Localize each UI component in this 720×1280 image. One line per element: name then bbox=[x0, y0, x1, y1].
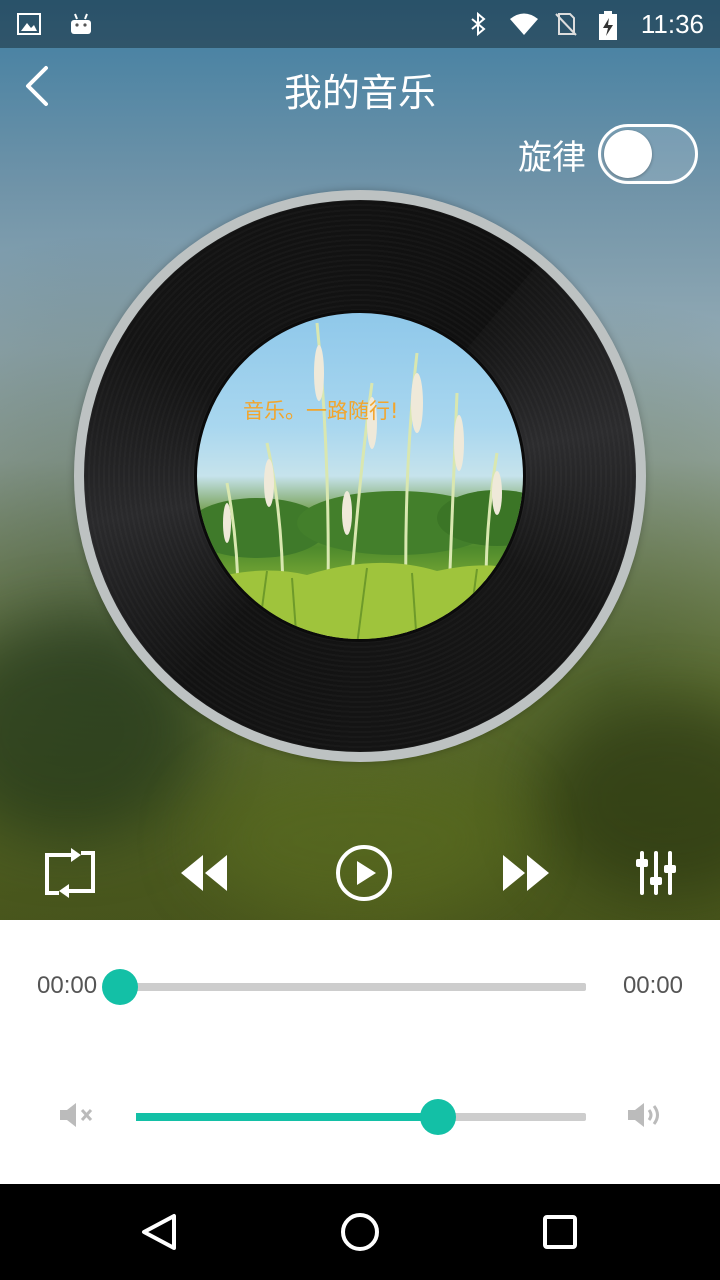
volume-mute-icon bbox=[60, 1103, 93, 1127]
equalizer-icon bbox=[636, 851, 676, 895]
fast-forward-icon bbox=[503, 855, 549, 891]
rotate-label: 旋律 bbox=[518, 137, 586, 178]
battery-charging-icon bbox=[597, 11, 623, 40]
navigation-bar bbox=[0, 1184, 720, 1280]
album-cover: 音乐。一路随行! bbox=[194, 310, 526, 642]
rewind-button[interactable] bbox=[176, 838, 232, 908]
disc-caption: 音乐。一路随行! bbox=[243, 399, 399, 423]
volume-up-icon bbox=[628, 1103, 659, 1127]
android-icon bbox=[68, 11, 94, 37]
playback-controls bbox=[0, 838, 720, 908]
repeat-icon bbox=[45, 848, 95, 898]
rotate-toggle-row: 旋律 bbox=[518, 124, 698, 184]
fast-forward-button[interactable] bbox=[498, 838, 554, 908]
vinyl-disc[interactable]: 音乐。一路随行! bbox=[74, 190, 646, 762]
nav-home-button[interactable] bbox=[336, 1208, 384, 1256]
wifi-icon bbox=[509, 11, 538, 37]
rewind-icon bbox=[181, 855, 227, 891]
toggle-knob bbox=[604, 130, 652, 178]
back-triangle-icon bbox=[142, 1214, 176, 1250]
nav-back-button[interactable] bbox=[136, 1208, 184, 1256]
repeat-button[interactable] bbox=[36, 838, 104, 908]
volume-thumb[interactable] bbox=[419, 1099, 456, 1135]
home-circle-icon bbox=[341, 1213, 379, 1251]
no-sim-icon bbox=[553, 11, 579, 37]
current-time: 00:00 bbox=[37, 972, 98, 999]
nav-recents-button[interactable] bbox=[536, 1208, 584, 1256]
gallery-icon bbox=[16, 11, 42, 37]
status-bar: 11:36 bbox=[0, 0, 720, 48]
play-circle-icon bbox=[336, 845, 392, 901]
player-panel: 00:00 00:00 bbox=[0, 920, 720, 1184]
recents-square-icon bbox=[543, 1215, 577, 1249]
rotate-toggle[interactable] bbox=[598, 124, 698, 184]
progress-slider[interactable] bbox=[120, 983, 586, 991]
progress-thumb[interactable] bbox=[102, 969, 138, 1005]
title-bar: 我的音乐 bbox=[0, 48, 720, 126]
page-title: 我的音乐 bbox=[283, 71, 436, 115]
clock: 11:36 bbox=[640, 8, 704, 39]
vinyl-record: 音乐。一路随行! bbox=[84, 200, 636, 752]
play-button[interactable] bbox=[334, 838, 394, 908]
volume-mute-button[interactable] bbox=[58, 1100, 98, 1134]
volume-slider[interactable] bbox=[136, 1113, 586, 1121]
bluetooth-icon bbox=[465, 11, 491, 37]
total-time: 00:00 bbox=[622, 972, 683, 999]
volume-fill bbox=[136, 1113, 438, 1121]
equalizer-button[interactable] bbox=[630, 838, 682, 908]
volume-up-button[interactable] bbox=[626, 1100, 666, 1134]
